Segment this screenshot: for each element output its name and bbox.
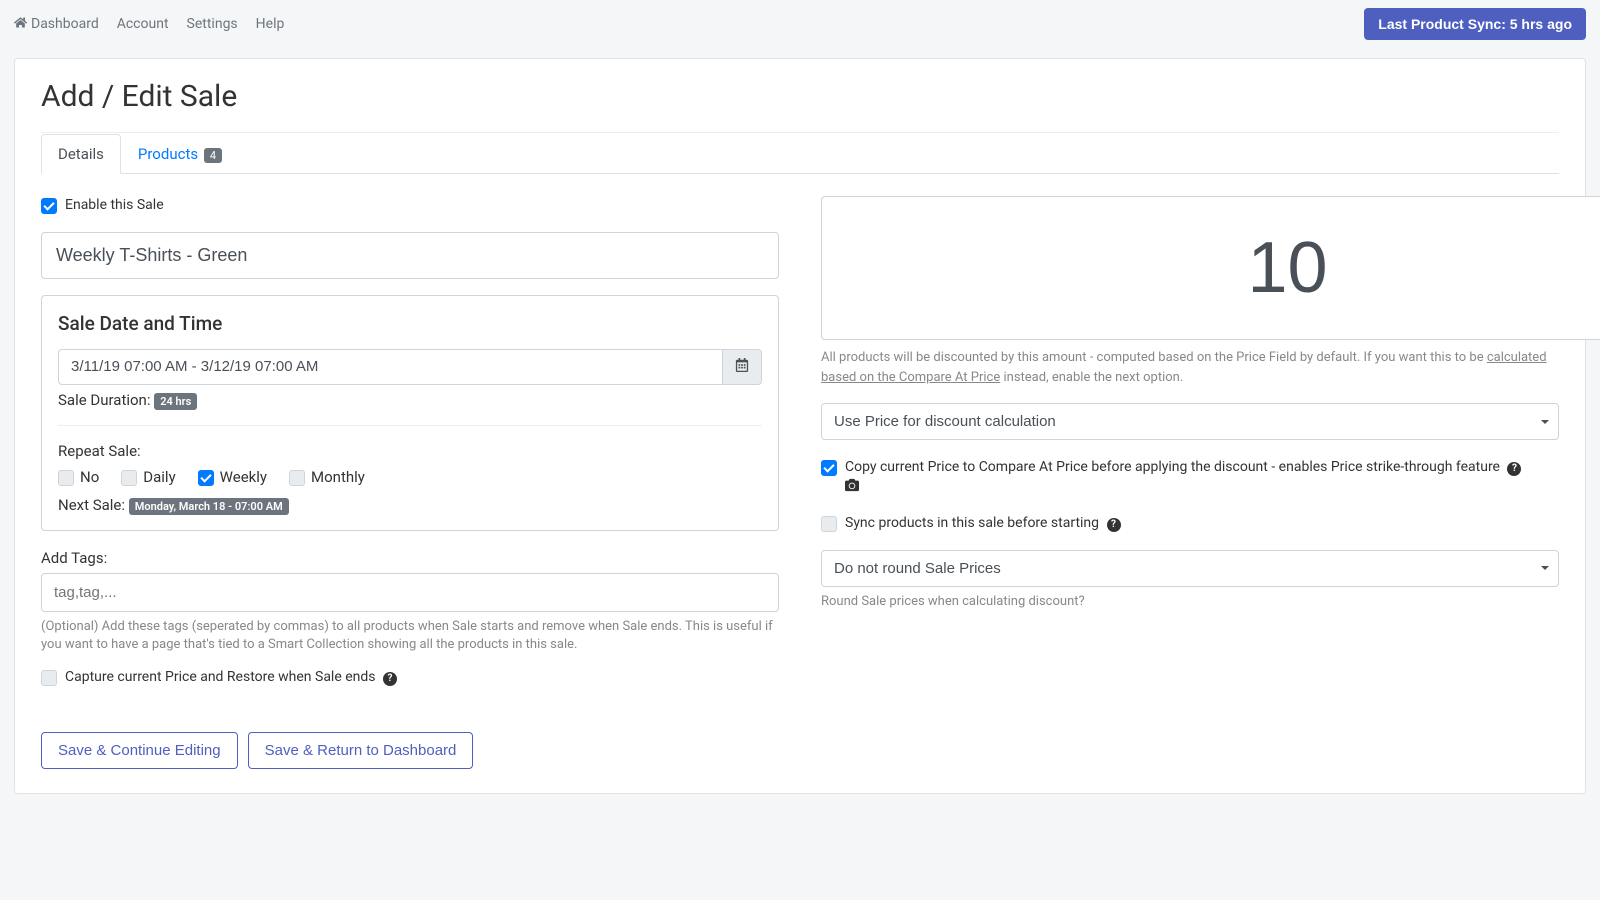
repeat-weekly-label: Weekly xyxy=(220,468,267,486)
divider xyxy=(58,425,762,426)
nav-account[interactable]: Account xyxy=(117,16,169,32)
round-prices-select[interactable]: Do not round Sale Prices xyxy=(821,550,1559,587)
tab-products-label: Products xyxy=(138,145,198,163)
repeat-monthly-label: Monthly xyxy=(311,468,365,486)
question-icon[interactable]: ? xyxy=(1107,518,1121,532)
repeat-label: Repeat Sale: xyxy=(58,442,762,460)
sync-products-label: Sync products in this sale before starti… xyxy=(845,515,1099,531)
copy-price-label: Copy current Price to Compare At Price b… xyxy=(845,459,1500,475)
save-return-button[interactable]: Save & Return to Dashboard xyxy=(248,732,474,769)
repeat-weekly-checkbox[interactable] xyxy=(198,470,214,486)
tab-details[interactable]: Details xyxy=(41,134,121,174)
left-column: Enable this Sale Sale Date and Time Sale… xyxy=(41,196,779,704)
price-calc-select[interactable]: Use Price for discount calculation xyxy=(821,403,1559,440)
main-panel: Add / Edit Sale Details Products 4 Enabl… xyxy=(14,58,1586,794)
date-card: Sale Date and Time Sale Duration: 24 hrs… xyxy=(41,295,779,531)
discount-help-pre: All products will be discounted by this … xyxy=(821,350,1487,365)
page-title: Add / Edit Sale xyxy=(41,79,1559,114)
repeat-no-label: No xyxy=(80,468,99,486)
date-range-input[interactable] xyxy=(58,349,722,385)
next-sale-label: Next Sale: xyxy=(58,496,129,514)
repeat-monthly-checkbox[interactable] xyxy=(289,470,305,486)
duration-badge: 24 hrs xyxy=(154,393,197,410)
camera-icon xyxy=(845,480,859,496)
calendar-icon xyxy=(735,358,749,376)
nav-dashboard[interactable]: Dashboard xyxy=(14,16,99,33)
discount-help-post: instead, enable the next option. xyxy=(1000,370,1183,385)
date-picker-button[interactable] xyxy=(722,349,762,385)
tabs: Details Products 4 xyxy=(41,133,1559,174)
tags-help: (Optional) Add these tags (seperated by … xyxy=(41,618,779,654)
right-column: % All products will be discounted by thi… xyxy=(821,196,1559,704)
repeat-daily-checkbox[interactable] xyxy=(121,470,137,486)
nav-settings[interactable]: Settings xyxy=(187,16,238,32)
capture-price-checkbox[interactable] xyxy=(41,670,57,686)
top-bar: Dashboard Account Settings Help Last Pro… xyxy=(0,0,1600,48)
discount-help: All products will be discounted by this … xyxy=(821,348,1559,387)
top-nav: Dashboard Account Settings Help xyxy=(14,16,284,33)
question-icon[interactable]: ? xyxy=(1507,462,1521,476)
sale-name-input[interactable] xyxy=(41,232,779,279)
enable-sale-checkbox[interactable] xyxy=(41,198,57,214)
products-count-badge: 4 xyxy=(204,148,222,163)
enable-sale-label: Enable this Sale xyxy=(65,196,164,216)
next-sale-badge: Monday, March 18 - 07:00 AM xyxy=(129,498,289,515)
nav-help[interactable]: Help xyxy=(256,16,285,32)
tags-input[interactable] xyxy=(41,573,779,612)
capture-price-label: Capture current Price and Restore when S… xyxy=(65,669,376,685)
repeat-options: No Daily Weekly Monthly xyxy=(58,468,762,486)
round-help: Round Sale prices when calculating disco… xyxy=(821,593,1559,611)
date-card-title: Sale Date and Time xyxy=(58,312,762,335)
sync-status-button[interactable]: Last Product Sync: 5 hrs ago xyxy=(1364,8,1586,40)
repeat-daily-label: Daily xyxy=(143,468,175,486)
discount-amount-input[interactable] xyxy=(821,196,1600,340)
tab-products[interactable]: Products 4 xyxy=(121,134,239,174)
sync-products-checkbox[interactable] xyxy=(821,516,837,532)
home-icon xyxy=(14,16,27,33)
question-icon[interactable]: ? xyxy=(383,672,397,686)
repeat-no-checkbox[interactable] xyxy=(58,470,74,486)
duration-label: Sale Duration: xyxy=(58,391,154,409)
nav-dashboard-label: Dashboard xyxy=(31,16,99,32)
tags-label: Add Tags: xyxy=(41,549,779,567)
save-continue-button[interactable]: Save & Continue Editing xyxy=(41,732,238,769)
copy-price-checkbox[interactable] xyxy=(821,460,837,476)
